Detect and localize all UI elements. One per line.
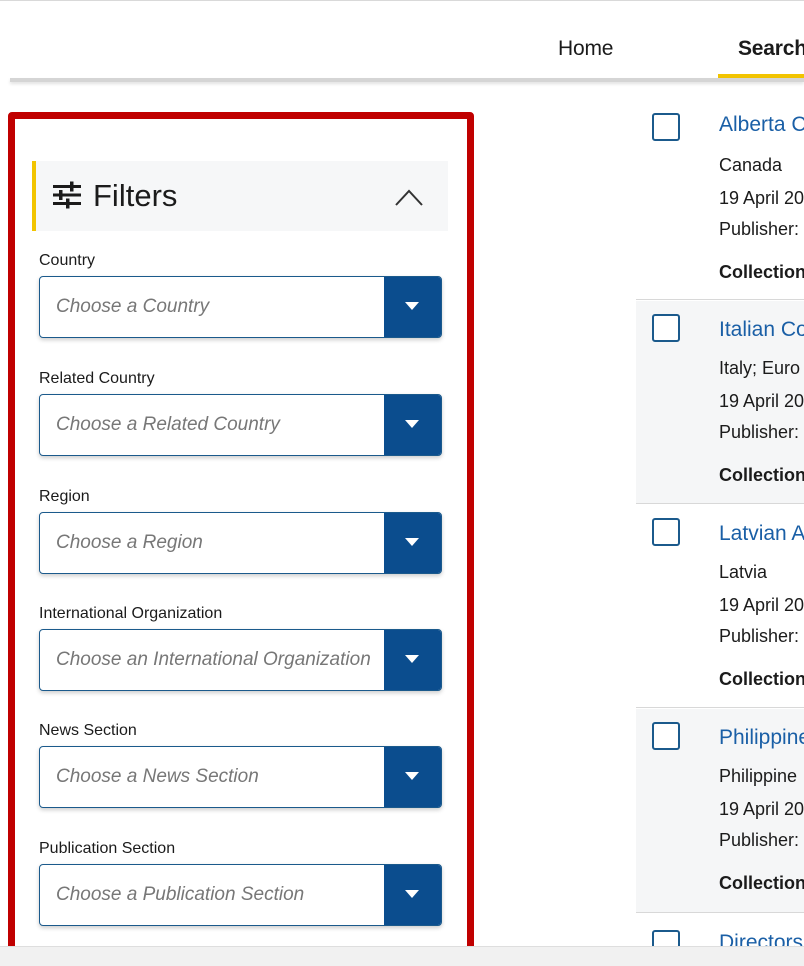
result-country: Philippine bbox=[719, 766, 798, 786]
publication-section-placeholder: Choose a Publication Section bbox=[56, 884, 305, 905]
result-title-link[interactable]: Italian Co bbox=[719, 318, 804, 342]
result-checkbox[interactable] bbox=[652, 314, 680, 342]
result-collection: Collection bbox=[719, 873, 804, 893]
region-label: Region bbox=[39, 488, 90, 505]
bottom-scroll-area bbox=[0, 946, 804, 966]
caret-down-icon bbox=[405, 890, 419, 898]
filters-title: Filters bbox=[93, 178, 178, 213]
result-publisher: Publisher: bbox=[719, 626, 800, 646]
result-publisher: Publisher: bbox=[719, 422, 800, 442]
caret-down-icon bbox=[405, 772, 419, 780]
result-item: Italian Co Italy; Euro 19 April 20 Publi… bbox=[636, 301, 804, 504]
country-label: Country bbox=[39, 252, 96, 269]
nav-home-link[interactable]: Home bbox=[558, 37, 613, 61]
publication-section-select[interactable]: Choose a Publication Section bbox=[39, 864, 442, 926]
news-section-label: News Section bbox=[39, 722, 137, 739]
result-country: Latvia bbox=[719, 562, 768, 582]
region-select[interactable]: Choose a Region bbox=[39, 512, 442, 574]
result-item: Philippine Philippine 19 April 20 Publis… bbox=[636, 709, 804, 913]
result-country: Italy; Euro bbox=[719, 358, 801, 378]
result-checkbox[interactable] bbox=[652, 113, 680, 141]
news-section-dropdown-button[interactable] bbox=[384, 747, 441, 807]
filters-header[interactable]: Filters bbox=[32, 161, 448, 231]
result-checkbox[interactable] bbox=[652, 722, 680, 750]
related-country-placeholder: Choose a Related Country bbox=[56, 414, 280, 435]
country-dropdown-button[interactable] bbox=[384, 277, 441, 337]
related-country-label: Related Country bbox=[39, 370, 155, 387]
intl-org-dropdown-button[interactable] bbox=[384, 630, 441, 690]
related-country-select[interactable]: Choose a Related Country bbox=[39, 394, 442, 456]
chevron-up-icon[interactable] bbox=[393, 183, 425, 211]
result-country: Canada bbox=[719, 155, 783, 175]
result-collection: Collection bbox=[719, 669, 804, 689]
top-nav: Home Search bbox=[0, 0, 804, 80]
publication-section-label: Publication Section bbox=[39, 840, 176, 857]
news-section-placeholder: Choose a News Section bbox=[56, 766, 259, 787]
sliders-icon bbox=[53, 181, 81, 209]
result-item: Latvian A Latvia 19 April 20 Publisher: … bbox=[636, 505, 804, 708]
intl-org-placeholder: Choose an International Organization bbox=[56, 649, 371, 670]
result-title-link[interactable]: Directors bbox=[719, 931, 803, 946]
caret-down-icon bbox=[405, 538, 419, 546]
nav-divider bbox=[10, 78, 804, 82]
result-item: Alberta C Canada 19 April 20 Publisher: … bbox=[636, 100, 804, 300]
caret-down-icon bbox=[405, 655, 419, 663]
news-section-select[interactable]: Choose a News Section bbox=[39, 746, 442, 808]
caret-down-icon bbox=[405, 302, 419, 310]
caret-down-icon bbox=[405, 420, 419, 428]
result-publisher: Publisher: bbox=[719, 219, 800, 239]
result-date: 19 April 20 bbox=[719, 188, 804, 208]
result-item: Directors bbox=[636, 914, 804, 946]
country-select[interactable]: Choose a Country bbox=[39, 276, 442, 338]
intl-org-label: International Organization bbox=[39, 605, 223, 622]
result-publisher: Publisher: bbox=[719, 830, 800, 850]
nav-search-link[interactable]: Search bbox=[738, 37, 804, 61]
result-checkbox[interactable] bbox=[652, 930, 680, 946]
region-dropdown-button[interactable] bbox=[384, 513, 441, 573]
result-title-link[interactable]: Alberta C bbox=[719, 113, 804, 137]
filters-panel: Filters Country Choose a Country Related… bbox=[8, 112, 474, 954]
result-checkbox[interactable] bbox=[652, 518, 680, 546]
result-date: 19 April 20 bbox=[719, 595, 804, 615]
result-date: 19 April 20 bbox=[719, 391, 804, 411]
result-collection: Collection bbox=[719, 262, 804, 282]
result-date: 19 April 20 bbox=[719, 799, 804, 819]
result-title-link[interactable]: Philippine bbox=[719, 726, 804, 750]
result-collection: Collection bbox=[719, 465, 804, 485]
related-country-dropdown-button[interactable] bbox=[384, 395, 441, 455]
publication-section-dropdown-button[interactable] bbox=[384, 865, 441, 925]
country-placeholder: Choose a Country bbox=[56, 296, 210, 317]
result-title-link[interactable]: Latvian A bbox=[719, 522, 804, 546]
region-placeholder: Choose a Region bbox=[56, 532, 203, 553]
intl-org-select[interactable]: Choose an International Organization bbox=[39, 629, 442, 691]
